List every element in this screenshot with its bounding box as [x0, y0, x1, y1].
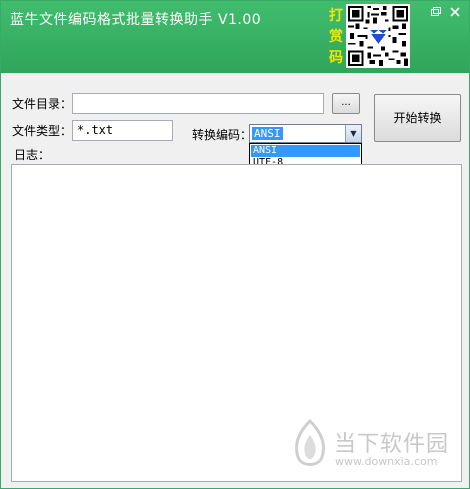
file-type-input[interactable]: *.txt	[72, 120, 173, 141]
directory-input[interactable]	[72, 93, 324, 114]
encoding-option-ansi[interactable]: ANSI	[251, 145, 360, 157]
donate-char: 赏	[329, 29, 343, 45]
encoding-selected-value: ANSI	[252, 127, 283, 140]
watermark-url: www.downxia.com	[335, 455, 438, 468]
browse-button[interactable]: ...	[332, 93, 360, 114]
directory-label: 文件目录：	[12, 97, 73, 111]
app-window: 蓝牛文件编码格式批量转换助手 V1.00 打 赏 码 文件目录： ... 开始转…	[0, 0, 470, 489]
start-convert-button[interactable]: 开始转换	[374, 94, 461, 142]
watermark-brand: 当下软件园	[334, 432, 450, 457]
restore-button[interactable]	[429, 5, 443, 19]
encoding-select[interactable]: ANSI ▼	[249, 124, 362, 143]
restore-icon	[431, 7, 441, 16]
donate-char: 打	[329, 8, 343, 24]
close-icon	[450, 7, 460, 17]
donate-char: 码	[329, 50, 343, 66]
title-bar: 蓝牛文件编码格式批量转换助手 V1.00 打 赏 码	[1, 1, 469, 73]
encoding-label: 转换编码：	[192, 128, 253, 142]
dropdown-arrow-icon[interactable]: ▼	[345, 125, 361, 142]
window-title: 蓝牛文件编码格式批量转换助手 V1.00	[10, 12, 262, 28]
close-button[interactable]	[448, 5, 462, 19]
file-type-label: 文件类型：	[12, 124, 73, 138]
log-label: 日志：	[14, 148, 51, 162]
downxia-logo-icon	[295, 419, 325, 466]
donate-label: 打 赏 码	[328, 6, 344, 69]
donate-qr-code	[346, 4, 410, 68]
